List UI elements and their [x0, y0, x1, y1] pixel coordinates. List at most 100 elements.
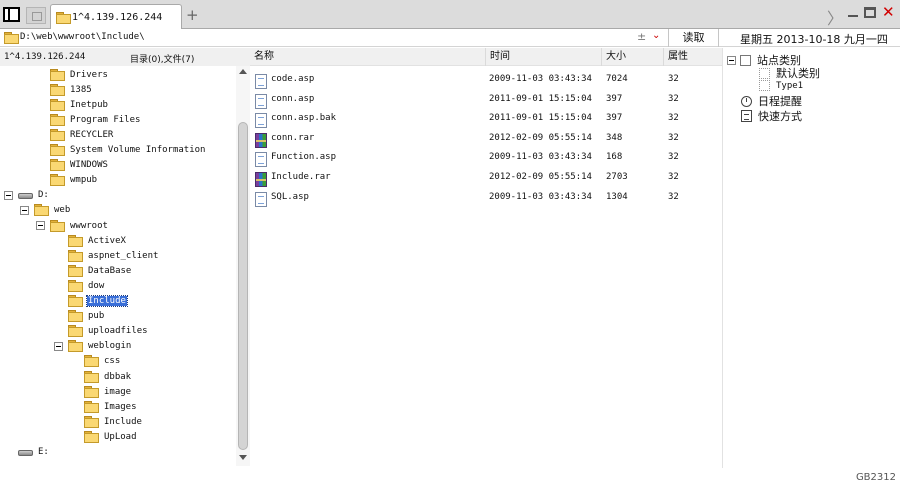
file-row[interactable]: conn.asp.bak 2011-09-01 15:15:04 397 32: [250, 108, 722, 129]
blank-tab[interactable]: [26, 7, 46, 24]
file-attr: 32: [668, 113, 679, 124]
type1-node[interactable]: Type1: [759, 80, 803, 91]
file-name: conn.rar: [271, 132, 315, 143]
tree-item-label: WINDOWS: [70, 160, 108, 171]
file-time: 2011-09-01 15:15:04: [489, 113, 592, 124]
file-name: SQL.asp: [271, 191, 309, 202]
tree-folder[interactable]: weblogin: [54, 339, 132, 354]
scroll-up-icon[interactable]: [239, 69, 247, 74]
folder-icon: [50, 113, 65, 126]
shortcut-node[interactable]: 快速方式: [741, 108, 802, 124]
file-row[interactable]: conn.rar 2012-02-09 05:55:14 348 32: [250, 128, 722, 148]
tree-folder[interactable]: Images: [84, 399, 138, 414]
file-name: Include.rar: [271, 172, 331, 182]
folder-icon: [50, 83, 65, 96]
folder-icon: [68, 295, 83, 307]
tree-item-label: RECYCLER: [70, 129, 114, 140]
server-ip-label: 1^4.139.126.244: [4, 52, 86, 62]
tree-folder[interactable]: wmpub: [50, 173, 98, 188]
tree-folder[interactable]: Include: [84, 414, 143, 429]
scroll-thumb[interactable]: [238, 122, 248, 450]
column-attr[interactable]: 属性: [664, 48, 722, 66]
file-row[interactable]: SQL.asp 2009-11-03 03:43:34 1304 32: [250, 187, 722, 207]
tree-drive[interactable]: D:: [4, 188, 50, 203]
column-time[interactable]: 时间: [486, 48, 602, 66]
tree-folder[interactable]: aspnet_client: [68, 248, 159, 263]
file-attr: 32: [668, 93, 679, 104]
collapse-icon[interactable]: [36, 221, 45, 230]
document-icon: [255, 152, 267, 168]
collapse-icon[interactable]: [4, 190, 13, 200]
tree-folder[interactable]: System Volume Information: [50, 143, 206, 158]
tree-folder[interactable]: Drivers: [50, 67, 109, 82]
collapse-icon[interactable]: [727, 55, 736, 65]
folder-icon: [84, 415, 99, 428]
tree-folder[interactable]: dow: [68, 278, 105, 293]
file-row[interactable]: code.asp 2009-11-03 03:43:34 7024 32: [250, 69, 722, 89]
tree-drive[interactable]: E:: [18, 445, 50, 460]
encoding-label: GB2312: [855, 472, 896, 483]
file-time: 2012-02-09 05:55:14: [489, 172, 592, 182]
file-name: conn.asp.bak: [271, 113, 337, 124]
tree-folder[interactable]: css: [84, 354, 121, 369]
plus-minus-icon[interactable]: ±: [637, 30, 646, 43]
folder-icon: [68, 234, 83, 247]
add-tab-button[interactable]: +: [186, 6, 199, 24]
path-input[interactable]: D:\web\wwwroot\Include\: [20, 32, 145, 42]
tree-folder[interactable]: image: [84, 384, 132, 399]
file-row[interactable]: Include.rar 2012-02-09 05:55:14 2703 32: [250, 167, 722, 187]
file-name: conn.asp: [271, 93, 315, 104]
maximize-button[interactable]: [864, 7, 876, 18]
tree-folder[interactable]: 1385: [50, 82, 93, 97]
chevron-right-icon[interactable]: 〉: [827, 5, 843, 29]
tree-scrollbar[interactable]: [236, 66, 250, 466]
scroll-down-icon[interactable]: [239, 455, 247, 460]
tree-folder[interactable]: Inetpub: [50, 97, 109, 112]
collapse-icon[interactable]: [20, 205, 29, 215]
tree-folder[interactable]: Include: [68, 294, 128, 309]
tree-folder[interactable]: Program Files: [50, 112, 141, 127]
tree-item-label: System Volume Information: [70, 145, 206, 155]
close-button[interactable]: ✕: [882, 3, 895, 21]
folder-icon: [68, 264, 83, 277]
default-category-label: 默认类别: [776, 67, 820, 80]
tree-item-label: aspnet_client: [88, 250, 159, 261]
panel-toggle-icon[interactable]: [3, 7, 20, 22]
file-size: 168: [606, 152, 623, 163]
tree-item-label: Program Files: [70, 114, 141, 125]
tree-folder[interactable]: DataBase: [68, 263, 132, 278]
tree-folder[interactable]: ActiveX: [68, 233, 127, 248]
file-row[interactable]: Function.asp 2009-11-03 03:43:34 168 32: [250, 147, 722, 168]
file-attr: 32: [668, 152, 679, 163]
chevron-down-icon[interactable]: ⌄: [652, 30, 660, 41]
tree-folder[interactable]: RECYCLER: [50, 127, 114, 142]
tree-item-label: D:: [38, 190, 49, 201]
daily-reminder-node[interactable]: 日程提醒: [741, 93, 802, 109]
tree-folder[interactable]: dbbak: [84, 369, 132, 384]
daily-reminder-label: 日程提醒: [758, 95, 802, 108]
folder-icon: [50, 174, 65, 187]
file-name: code.asp: [271, 74, 315, 84]
default-category-node[interactable]: 默认类别: [759, 65, 820, 81]
tree-folder[interactable]: wwwroot: [36, 218, 109, 233]
minimize-button[interactable]: [848, 15, 858, 17]
tab-server[interactable]: 1^4.139.126.244: [50, 4, 182, 29]
file-size: 2703: [606, 172, 628, 182]
tree-folder[interactable]: pub: [68, 309, 105, 324]
status-bar: GB2312: [0, 468, 900, 487]
tree-folder[interactable]: UpLoad: [84, 429, 138, 444]
column-size[interactable]: 大小: [602, 48, 664, 66]
file-time: 2009-11-03 03:43:34: [489, 191, 592, 202]
folder-icon: [50, 98, 65, 111]
tree-folder[interactable]: uploadfiles: [68, 324, 149, 339]
tree-folder[interactable]: web: [20, 203, 71, 218]
folder-icon: [68, 325, 83, 338]
read-button[interactable]: 读取: [668, 29, 719, 47]
tree-item-label: Include: [104, 416, 142, 427]
tree-folder[interactable]: WINDOWS: [50, 158, 109, 173]
folder-icon: [68, 279, 83, 292]
column-name[interactable]: 名称: [250, 48, 486, 66]
file-row[interactable]: conn.asp 2011-09-01 15:15:04 397 32: [250, 89, 722, 109]
tree-item-label: web: [54, 205, 71, 216]
collapse-icon[interactable]: [54, 341, 63, 351]
